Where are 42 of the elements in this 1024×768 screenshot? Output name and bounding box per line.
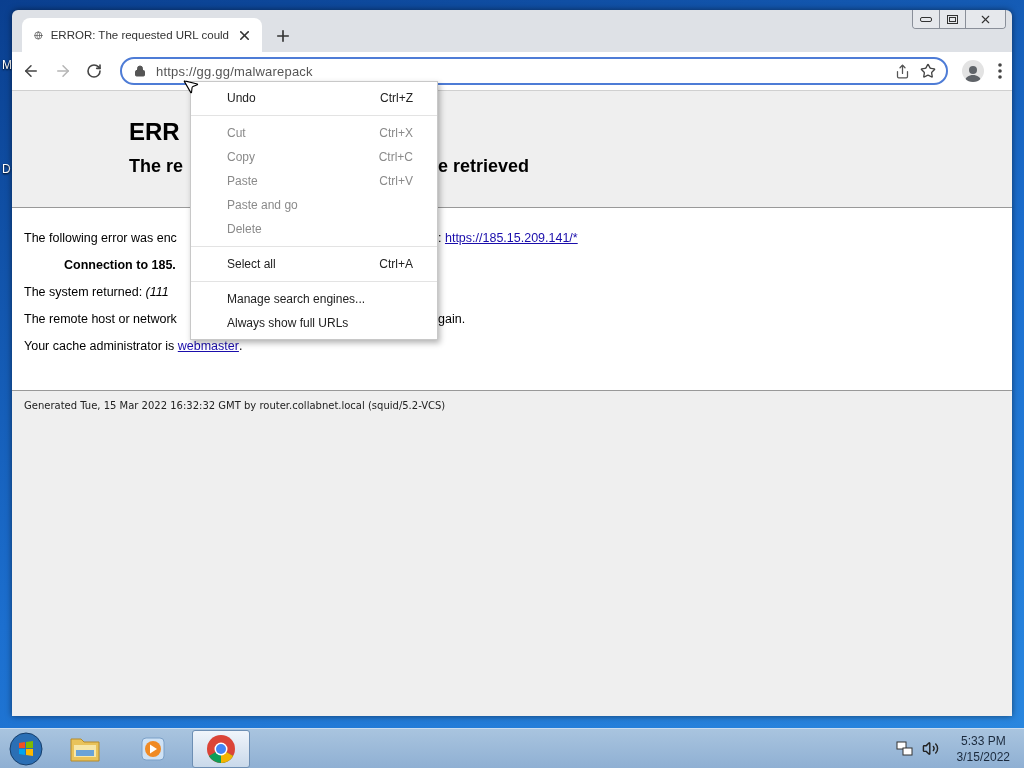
body-text: gain. (438, 311, 466, 326)
maximize-button[interactable] (939, 10, 965, 28)
error-heading: ERR (129, 118, 180, 146)
body-text: . (238, 338, 243, 353)
back-button[interactable] (22, 62, 40, 80)
menu-icon (998, 63, 1002, 79)
minimize-button[interactable] (913, 10, 939, 28)
profile-avatar[interactable] (962, 60, 984, 82)
body-text: Your cache administrator is (24, 338, 176, 353)
lock-icon (134, 65, 146, 77)
browser-logo-icon (206, 733, 236, 764)
reload-button[interactable] (86, 63, 102, 79)
body-text: The following error was enc (24, 230, 177, 245)
menu-item[interactable]: Select all Ctrl+A (191, 252, 437, 276)
error-subheading: e retrieved (438, 155, 530, 177)
share-button[interactable] (895, 63, 910, 79)
body-text: The remote host or network (24, 311, 177, 326)
webmaster-link[interactable]: webmaster (177, 338, 239, 353)
url-link[interactable]: https://185.15.209.141/* (444, 230, 578, 245)
network-icon[interactable] (895, 740, 914, 757)
menu-item[interactable]: Always show full URLs (191, 311, 437, 335)
error-subheading: The re (129, 155, 184, 177)
speaker-icon[interactable] (921, 740, 939, 757)
maximize-icon (947, 14, 958, 24)
new-tab-button[interactable] (274, 27, 292, 45)
body-text: Connection to 185. (64, 257, 176, 272)
close-window-button[interactable] (965, 10, 1005, 28)
start-button[interactable] (6, 730, 46, 767)
minimize-icon (920, 16, 932, 22)
body-text: : (438, 230, 443, 245)
menu-button[interactable] (998, 63, 1002, 79)
clock[interactable]: 5:33 PM 3/15/2022 (956, 732, 1010, 765)
bookmark-star-button[interactable] (920, 63, 936, 79)
body-text: The system returned: (111 (24, 284, 169, 299)
menu-item[interactable]: Undo Ctrl+Z (191, 86, 437, 110)
menu-item[interactable]: Manage search engines... (191, 287, 437, 311)
desktop-icon-label[interactable]: D (2, 162, 11, 176)
taskbar-app-button[interactable] (192, 729, 250, 768)
desktop-icon-label[interactable]: M (2, 58, 12, 72)
play-icon (139, 734, 167, 763)
browser-tab[interactable]: ERROR: The requested URL could (22, 18, 262, 52)
footer-text: Generated Tue, 15 Mar 2022 16:32:32 GMT by router.collabnet.local (squid/5.2-VCS) (23, 399, 447, 413)
